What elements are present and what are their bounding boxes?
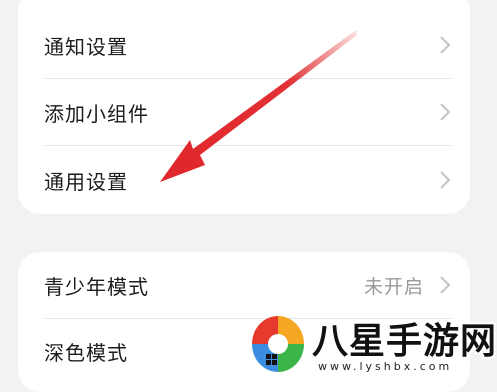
brand-logo-icon xyxy=(252,316,304,372)
chevron-right-icon xyxy=(440,103,451,121)
divider xyxy=(44,145,452,146)
settings-row-label: 通知设置 xyxy=(44,34,128,59)
settings-row-label: 深色模式 xyxy=(44,340,128,365)
settings-row-label: 通用设置 xyxy=(44,169,128,194)
settings-row-notification[interactable]: 通知设置 xyxy=(18,12,470,78)
watermark-title: 八星手游网 xyxy=(312,321,497,362)
settings-row-general[interactable]: 通用设置 xyxy=(18,147,470,213)
chevron-right-icon xyxy=(440,276,451,294)
watermark: 八星手游网 www.lyshbx.com xyxy=(238,306,497,378)
settings-row-add-widget[interactable]: 添加小组件 xyxy=(18,79,470,145)
teen-mode-status: 未开启 xyxy=(363,275,424,298)
chevron-right-icon xyxy=(440,171,451,189)
settings-row-label: 添加小组件 xyxy=(44,101,149,126)
watermark-url: www.lyshbx.com xyxy=(318,360,453,373)
settings-row-label: 青少年模式 xyxy=(44,274,149,299)
settings-group-general: 通知设置 添加小组件 通用设置 xyxy=(18,0,470,214)
chevron-right-icon xyxy=(440,36,451,54)
